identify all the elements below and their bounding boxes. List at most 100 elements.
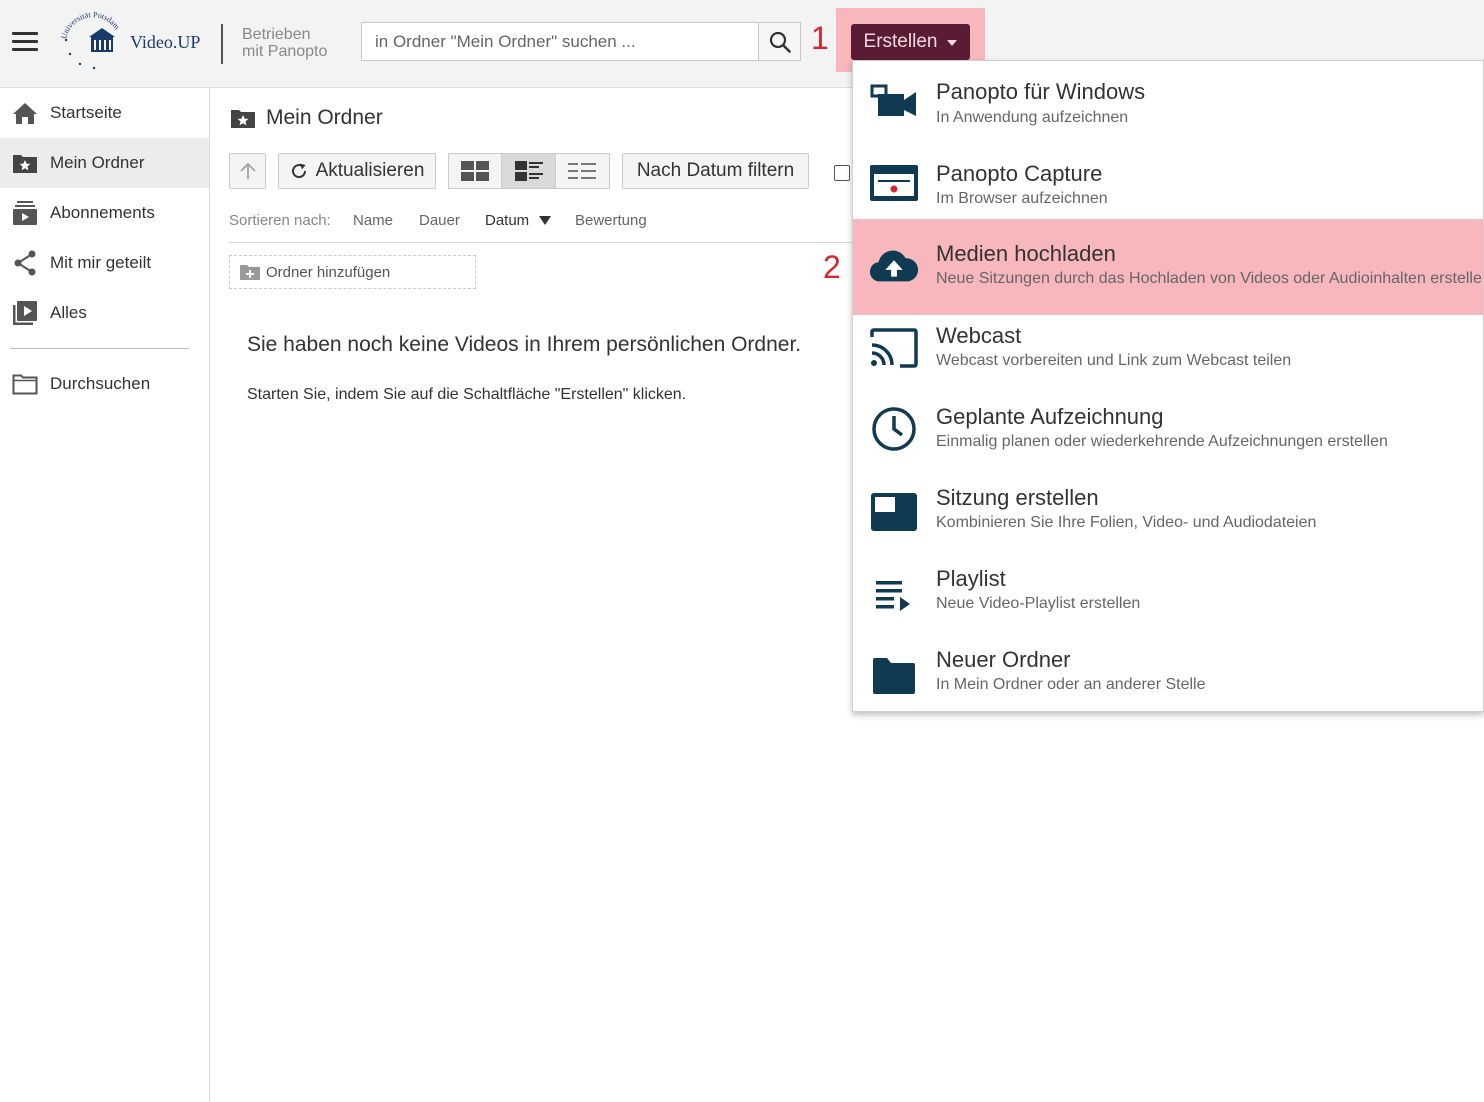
refresh-label: Aktualisieren — [315, 160, 425, 181]
sidebar-item-mein-ordner[interactable]: Mein Ordner — [0, 138, 209, 188]
university-logo[interactable]: Universität Potsdam Video.UP — [58, 10, 208, 76]
view-grid-button[interactable] — [449, 154, 503, 188]
create-dropdown-menu: Panopto für Windows In Anwendung aufzeic… — [852, 60, 1484, 712]
session-icon — [869, 487, 919, 537]
search-icon — [769, 31, 791, 53]
clock-icon — [869, 404, 919, 454]
powered-line-2: mit Panopto — [242, 43, 328, 60]
cloud-upload-icon — [869, 241, 919, 291]
playlist-icon — [869, 570, 919, 620]
sidebar-item-label: Mit mir geteilt — [50, 253, 152, 272]
view-detail-button[interactable] — [502, 154, 556, 188]
menu-icon[interactable] — [12, 32, 38, 52]
filter-by-date-button[interactable]: Nach Datum filtern — [622, 153, 809, 189]
menu-item-subtitle: Einmalig planen oder wiederkehrende Aufz… — [936, 433, 1388, 450]
view-toggle-group — [448, 153, 610, 189]
sidebar: Startseite Mein Ordner Abonnements Mit m… — [0, 88, 210, 1102]
sidebar-item-startseite[interactable]: Startseite — [0, 88, 209, 138]
create-button-label: Erstellen — [863, 31, 938, 52]
browser-record-icon — [869, 158, 919, 208]
refresh-icon — [291, 163, 306, 179]
detail-view-icon — [514, 161, 543, 181]
sidebar-item-label: Abonnements — [50, 203, 155, 222]
university-seal-icon: Universität Potsdam — [59, 10, 122, 70]
sidebar-item-label: Durchsuchen — [50, 374, 151, 393]
menu-item-webcast[interactable]: Webcast Webcast vorbereiten und Link zum… — [853, 315, 1483, 396]
header-divider — [221, 24, 223, 64]
menu-item-title: Sitzung erstellen — [936, 485, 1099, 510]
menu-item-subtitle: Neue Video-Playlist erstellen — [936, 595, 1141, 612]
sort-date-label: Datum — [485, 212, 530, 229]
menu-item-subtitle: In Anwendung aufzeichnen — [936, 109, 1129, 126]
menu-item-new-folder[interactable]: Neuer Ordner In Mein Ordner oder an ande… — [853, 639, 1483, 711]
step-marker-1: 1 — [811, 20, 829, 56]
menu-item-panopto-windows[interactable]: Panopto für Windows In Anwendung aufzeic… — [853, 61, 1483, 142]
folder-icon — [869, 651, 919, 701]
menu-item-subtitle: Neue Sitzungen durch das Hochladen von V… — [936, 270, 1484, 287]
menu-item-title: Panopto für Windows — [936, 79, 1146, 104]
up-button[interactable] — [229, 153, 266, 189]
sort-name[interactable]: Name — [353, 212, 393, 229]
sidebar-item-label: Alles — [50, 303, 87, 322]
sidebar-item-alles[interactable]: Alles — [0, 288, 209, 338]
search-input[interactable] — [362, 23, 758, 60]
menu-item-title: Panopto Capture — [936, 161, 1103, 186]
arrow-up-icon — [239, 162, 256, 179]
folder-outline-icon — [12, 371, 38, 397]
video-library-icon — [12, 300, 38, 326]
sidebar-item-durchsuchen[interactable]: Durchsuchen — [0, 359, 209, 409]
menu-item-subtitle: Im Browser aufzeichnen — [936, 190, 1108, 207]
empty-state-subtitle: Starten Sie, indem Sie auf die Schaltflä… — [247, 386, 687, 403]
add-folder-label: Ordner hinzufügen — [266, 263, 391, 281]
sidebar-item-label: Startseite — [50, 103, 122, 122]
sort-duration[interactable]: Dauer — [419, 212, 460, 229]
sidebar-item-geteilt[interactable]: Mit mir geteilt — [0, 238, 209, 288]
view-list-button[interactable] — [556, 154, 609, 188]
powered-line-1: Betrieben — [242, 26, 311, 43]
menu-item-subtitle: Webcast vorbereiten und Link zum Webcast… — [936, 352, 1292, 369]
logo-text: Video.UP — [130, 32, 201, 52]
menu-item-upload-media[interactable]: Medien hochladen Neue Sitzungen durch da… — [853, 219, 1484, 315]
cast-icon — [869, 323, 919, 373]
sidebar-item-label: Mein Ordner — [50, 153, 145, 172]
sidebar-item-abonnements[interactable]: Abonnements — [0, 188, 209, 238]
star-folder-icon — [12, 150, 38, 176]
sort-label: Sortieren nach: — [229, 212, 331, 229]
menu-item-panopto-capture[interactable]: Panopto Capture Im Browser aufzeichnen — [853, 142, 1483, 223]
star-folder-icon — [231, 110, 255, 128]
menu-item-title: Neuer Ordner — [936, 647, 1071, 672]
menu-item-title: Geplante Aufzeichnung — [936, 404, 1164, 429]
subscriptions-icon — [12, 200, 38, 226]
menu-item-subtitle: In Mein Ordner oder an anderer Stelle — [936, 676, 1206, 693]
search-button[interactable] — [758, 23, 800, 60]
page-title: Mein Ordner — [230, 106, 383, 130]
caret-down-icon — [947, 40, 958, 46]
menu-item-title: Playlist — [936, 566, 1006, 591]
search-box — [361, 22, 801, 61]
sort-rating[interactable]: Bewertung — [575, 212, 647, 229]
empty-state-title: Sie haben noch keine Videos in Ihrem per… — [247, 333, 802, 356]
add-folder-button[interactable]: Ordner hinzufügen — [229, 255, 476, 289]
video-camera-icon — [869, 76, 919, 126]
menu-item-playlist[interactable]: Playlist Neue Video-Playlist erstellen — [853, 558, 1483, 639]
menu-item-title: Medien hochladen — [936, 241, 1116, 266]
create-button[interactable]: Erstellen — [851, 24, 970, 60]
step-marker-2: 2 — [823, 249, 841, 285]
list-view-icon — [568, 163, 597, 179]
grid-view-icon — [461, 161, 490, 181]
menu-item-create-session[interactable]: Sitzung erstellen Kombinieren Sie Ihre F… — [853, 477, 1483, 558]
sort-date[interactable]: Datum — [485, 212, 552, 229]
refresh-button[interactable]: Aktualisieren — [278, 153, 436, 189]
menu-item-title: Webcast — [936, 323, 1022, 348]
folder-title-text: Mein Ordner — [266, 106, 383, 129]
menu-item-subtitle: Kombinieren Sie Ihre Folien, Video- und … — [936, 514, 1317, 531]
share-icon — [12, 250, 38, 276]
sort-desc-icon — [539, 216, 552, 225]
content-divider — [229, 242, 869, 243]
select-all-checkbox[interactable] — [834, 165, 850, 181]
home-icon — [12, 100, 38, 126]
powered-by-text: Betrieben mit Panopto — [242, 26, 327, 60]
menu-item-scheduled-recording[interactable]: Geplante Aufzeichnung Einmalig planen od… — [853, 396, 1483, 477]
sidebar-divider — [10, 348, 189, 349]
folder-add-icon — [240, 265, 260, 280]
